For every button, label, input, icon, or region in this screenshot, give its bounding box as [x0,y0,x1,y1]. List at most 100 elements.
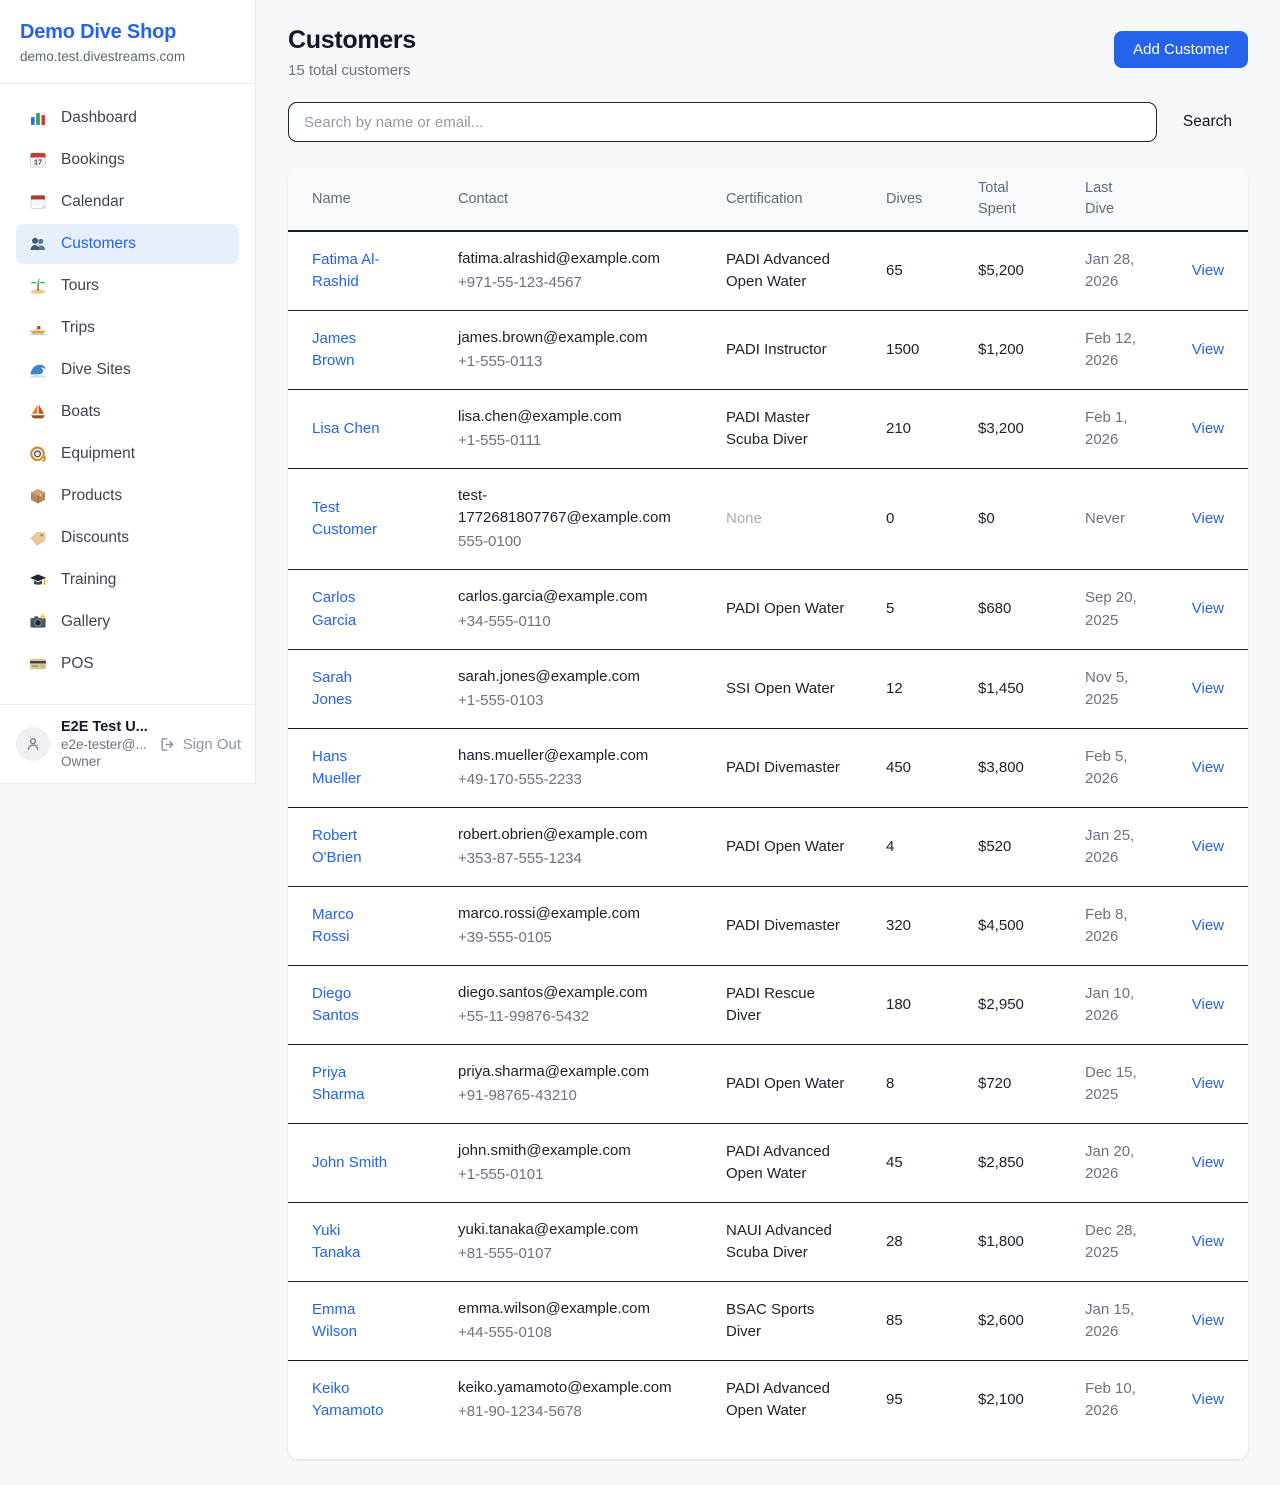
customer-contact: emma.wilson@example.com +44-555-0108 [458,1282,726,1361]
customers-table: NameContactCertificationDivesTotal Spent… [288,168,1248,1439]
sidebar-item-gallery[interactable]: Gallery [16,602,239,642]
sidebar-item-equipment[interactable]: Equipment [16,434,239,474]
customer-contact: carlos.garcia@example.com +34-555-0110 [458,570,726,649]
sidebar-item-label: POS [61,655,94,673]
sidebar-item-training[interactable]: Training [16,560,239,600]
customer-total-spent: $3,800 [978,728,1085,807]
view-customer-link[interactable]: View [1192,600,1224,617]
sidebar-item-label: Products [61,487,122,505]
customer-name-link[interactable]: Carlos Garcia [312,587,392,631]
customer-dives: 45 [886,1124,978,1203]
customer-name-link[interactable]: James Brown [312,328,392,372]
customer-phone: +55-11-99876-5432 [458,1006,716,1028]
sidebar-item-label: Discounts [61,529,129,547]
view-customer-link[interactable]: View [1192,420,1224,437]
shop-name: Demo Dive Shop [20,21,235,44]
view-customer-link[interactable]: View [1192,510,1224,527]
customer-name-link[interactable]: Priya Sharma [312,1062,392,1106]
sidebar-item-calendar[interactable]: Calendar [16,182,239,222]
customer-certification: PADI Advanced Open Water [726,249,848,293]
user-info: E2E Test U... e2e-tester@... Owner [61,719,148,769]
customer-phone: +1-555-0103 [458,690,716,712]
dive-mask-icon [28,444,48,464]
sidebar-item-customers[interactable]: Customers [16,224,239,264]
customer-name-link[interactable]: Robert O'Brien [312,825,392,869]
customer-name-link[interactable]: Emma Wilson [312,1299,392,1343]
view-customer-link[interactable]: View [1192,680,1224,697]
customer-contact: priya.sharma@example.com +91-98765-43210 [458,1045,726,1124]
customer-name-link[interactable]: Diego Santos [312,983,392,1027]
table-row: Marco Rossi marco.rossi@example.com +39-… [288,886,1248,965]
view-customer-link[interactable]: View [1192,341,1224,358]
sidebar-item-tours[interactable]: Tours [16,266,239,306]
sidebar-item-label: Boats [61,403,101,421]
search-input[interactable] [288,102,1157,142]
column-header-last-dive: Last Dive [1085,168,1185,231]
customer-certification: PADI Open Water [726,836,848,858]
view-customer-link[interactable]: View [1192,759,1224,776]
customer-phone: 555-0100 [458,531,716,553]
search-button[interactable]: Search [1157,113,1248,131]
customer-name-link[interactable]: John Smith [312,1152,387,1174]
customer-name-link[interactable]: Lisa Chen [312,418,380,440]
customer-email: marco.rossi@example.com [458,903,678,925]
sidebar-item-discounts[interactable]: Discounts [16,518,239,558]
view-customer-link[interactable]: View [1192,917,1224,934]
app-root: Demo Dive Shop demo.test.divestreams.com… [0,0,1280,1483]
view-customer-link[interactable]: View [1192,838,1224,855]
view-customer-link[interactable]: View [1192,1154,1224,1171]
sidebar-nav: Dashboard 17 Bookings Calendar Customers… [0,84,255,704]
customer-last-dive: Jan 15, 2026 [1085,1299,1147,1343]
people-icon [28,234,48,254]
customer-dives: 1500 [886,311,978,390]
sidebar-item-bookings[interactable]: 17 Bookings [16,140,239,180]
customer-dives: 0 [886,469,978,570]
customer-name-link[interactable]: Hans Mueller [312,746,392,790]
customer-last-dive: Never [1085,508,1147,530]
sidebar-item-pos[interactable]: POS [16,644,239,684]
view-customer-link[interactable]: View [1192,1391,1224,1408]
customer-phone: +353-87-555-1234 [458,848,716,870]
sidebar-item-trips[interactable]: Trips [16,308,239,348]
table-row: Hans Mueller hans.mueller@example.com +4… [288,728,1248,807]
view-customer-link[interactable]: View [1192,262,1224,279]
view-customer-link[interactable]: View [1192,1312,1224,1329]
sidebar-item-boats[interactable]: Boats [16,392,239,432]
customer-name-link[interactable]: Fatima Al-Rashid [312,249,392,293]
customer-phone: +81-555-0107 [458,1243,716,1265]
customer-total-spent: $4,500 [978,886,1085,965]
customer-phone: +1-555-0113 [458,351,716,373]
customer-dives: 320 [886,886,978,965]
table-row: Keiko Yamamoto keiko.yamamoto@example.co… [288,1361,1248,1440]
sidebar-item-products[interactable]: Products [16,476,239,516]
customer-name-link[interactable]: Sarah Jones [312,667,392,711]
graduation-cap-icon [28,570,48,590]
customer-contact: robert.obrien@example.com +353-87-555-12… [458,807,726,886]
page-title: Customers [288,26,416,55]
customer-email: robert.obrien@example.com [458,824,678,846]
table-row: Test Customer test-1772681807767@example… [288,469,1248,570]
sign-out-icon [159,736,176,753]
table-row: Emma Wilson emma.wilson@example.com +44-… [288,1282,1248,1361]
view-customer-link[interactable]: View [1192,1075,1224,1092]
sign-out-button[interactable]: Sign Out [159,736,241,753]
customer-name-link[interactable]: Marco Rossi [312,904,392,948]
customer-email: keiko.yamamoto@example.com [458,1377,678,1399]
add-customer-button[interactable]: Add Customer [1114,31,1248,68]
customer-dives: 180 [886,965,978,1044]
view-customer-link[interactable]: View [1192,1233,1224,1250]
customer-last-dive: Feb 5, 2026 [1085,746,1147,790]
customer-name-link[interactable]: Test Customer [312,497,392,541]
column-header-total-spent: Total Spent [978,168,1085,231]
sidebar-item-dashboard[interactable]: Dashboard [16,98,239,138]
customer-certification: BSAC Sports Diver [726,1299,848,1343]
customer-email: fatima.alrashid@example.com [458,248,678,270]
customer-email: diego.santos@example.com [458,982,678,1004]
sidebar-item-dive-sites[interactable]: Dive Sites [16,350,239,390]
customer-total-spent: $3,200 [978,390,1085,469]
view-customer-link[interactable]: View [1192,996,1224,1013]
customer-total-spent: $2,850 [978,1124,1085,1203]
customer-last-dive: Feb 8, 2026 [1085,904,1147,948]
customer-name-link[interactable]: Keiko Yamamoto [312,1378,392,1422]
customer-name-link[interactable]: Yuki Tanaka [312,1220,392,1264]
